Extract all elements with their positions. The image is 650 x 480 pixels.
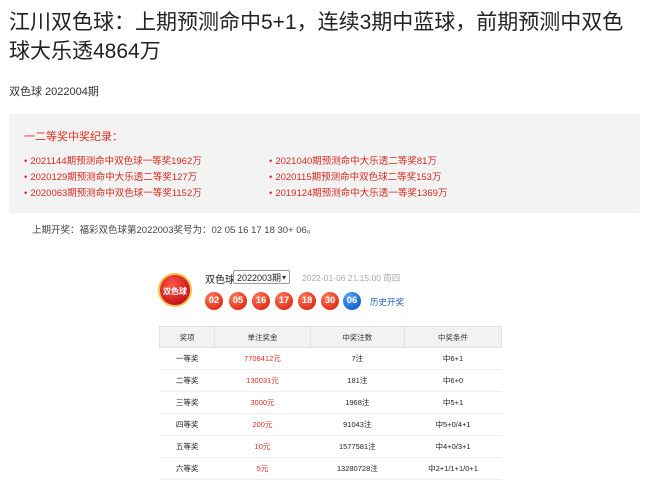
prize-level: 三等奖	[159, 391, 215, 414]
record-item: • 2021144期预测命中双色球一等奖1962万	[24, 156, 202, 167]
article-title: 江川双色球：上期预测命中5+1，连续3期中蓝球，前期预测中双色球大乐透4864万	[9, 11, 624, 63]
table-row: 三等奖 3000元 1968注 中5+1	[159, 391, 502, 414]
chevron-down-icon: ▾	[281, 273, 286, 282]
win-condition: 中4+0/3+1	[404, 435, 502, 458]
prize-amount: 10元	[214, 435, 311, 458]
column-header: 中奖条件	[404, 326, 502, 348]
red-ball: 05	[229, 292, 247, 310]
prize-level: 一等奖	[159, 347, 215, 370]
blue-ball: 06	[343, 292, 361, 310]
win-condition: 中5+0/4+1	[404, 413, 502, 436]
article-subtitle: 双色球 2022004期	[9, 86, 99, 98]
record-item: • 2021040期预测命中大乐透二等奖81万	[269, 156, 437, 167]
winner-count: 13280728注	[310, 457, 405, 480]
red-ball: 17	[275, 292, 293, 310]
issue-select[interactable]: 2022003期 ▾	[233, 270, 290, 284]
record-item: • 2020129期预测命中大乐透二等奖127万	[24, 172, 198, 183]
winner-count: 181注	[310, 369, 405, 392]
record-title: 一二等奖中奖纪录：	[24, 131, 123, 143]
prize-record-box: 一二等奖中奖纪录： • 2021144期预测命中双色球一等奖1962万 • 2020…	[9, 114, 640, 213]
red-ball: 18	[298, 292, 316, 310]
draw-time: 2022-01-06 21:15:00 周四	[302, 273, 401, 283]
column-header: 奖项	[158, 326, 216, 348]
column-header: 单注奖金	[214, 326, 311, 348]
winner-count: 1577581注	[310, 435, 405, 458]
record-item: • 2020063期预测命中双色球一等奖1152万	[24, 188, 202, 199]
prize-amount: 130031元	[214, 369, 311, 392]
win-condition: 中6+0	[404, 369, 502, 392]
table-row: 六等奖 5元 13280728注 中2+1/1+1/0+1	[159, 457, 502, 480]
prize-amount: 200元	[214, 413, 311, 436]
lottery-name: 双色球	[205, 275, 235, 286]
record-item: • 2019124期预测命中大乐透一等奖1369万	[269, 188, 448, 199]
red-ball: 02	[205, 292, 223, 310]
prize-table: 奖项 单注奖金 中奖注数 中奖条件 一等奖 7708412元 7注 中6+1 二…	[158, 326, 502, 480]
prize-amount: 3000元	[214, 391, 311, 414]
winner-count: 7注	[310, 347, 405, 370]
prize-level: 二等奖	[159, 369, 215, 392]
bullet-icon: •	[269, 156, 273, 167]
bullet-icon: •	[269, 188, 273, 199]
prize-level: 五等奖	[159, 435, 215, 458]
red-ball: 30	[321, 292, 339, 310]
previous-draw-text: 上期开奖：福彩双色球第2022003奖号为：02 05 16 17 18 30+…	[32, 225, 317, 236]
bullet-icon: •	[24, 156, 28, 167]
issue-select-value: 2022003期	[237, 273, 282, 283]
history-draws-link[interactable]: 历史开奖	[370, 296, 404, 308]
winner-count: 91043注	[310, 413, 405, 436]
record-item: • 2020115期预测命中双色球二等奖153万	[269, 172, 442, 183]
prize-level: 六等奖	[159, 457, 215, 480]
bullet-icon: •	[24, 188, 28, 199]
win-condition: 中5+1	[404, 391, 502, 414]
prize-amount: 5元	[214, 457, 311, 480]
column-header: 中奖注数	[309, 326, 406, 348]
table-row: 二等奖 130031元 181注 中6+0	[159, 369, 502, 392]
win-condition: 中6+1	[404, 347, 502, 370]
winner-count: 1968注	[310, 391, 405, 414]
prize-level: 四等奖	[159, 413, 215, 436]
bullet-icon: •	[269, 172, 273, 183]
table-row: 五等奖 10元 1577581注 中4+0/3+1	[159, 435, 502, 458]
red-ball: 16	[252, 292, 270, 310]
table-row: 四等奖 200元 91043注 中5+0/4+1	[159, 413, 502, 436]
table-header-row: 奖项 单注奖金 中奖注数 中奖条件	[158, 326, 502, 348]
table-row: 一等奖 7708412元 7注 中6+1	[159, 347, 502, 370]
lottery-logo: 双色球	[158, 273, 192, 307]
win-condition: 中2+1/1+1/0+1	[404, 457, 502, 480]
bullet-icon: •	[24, 172, 28, 183]
prize-amount: 7708412元	[214, 347, 311, 370]
